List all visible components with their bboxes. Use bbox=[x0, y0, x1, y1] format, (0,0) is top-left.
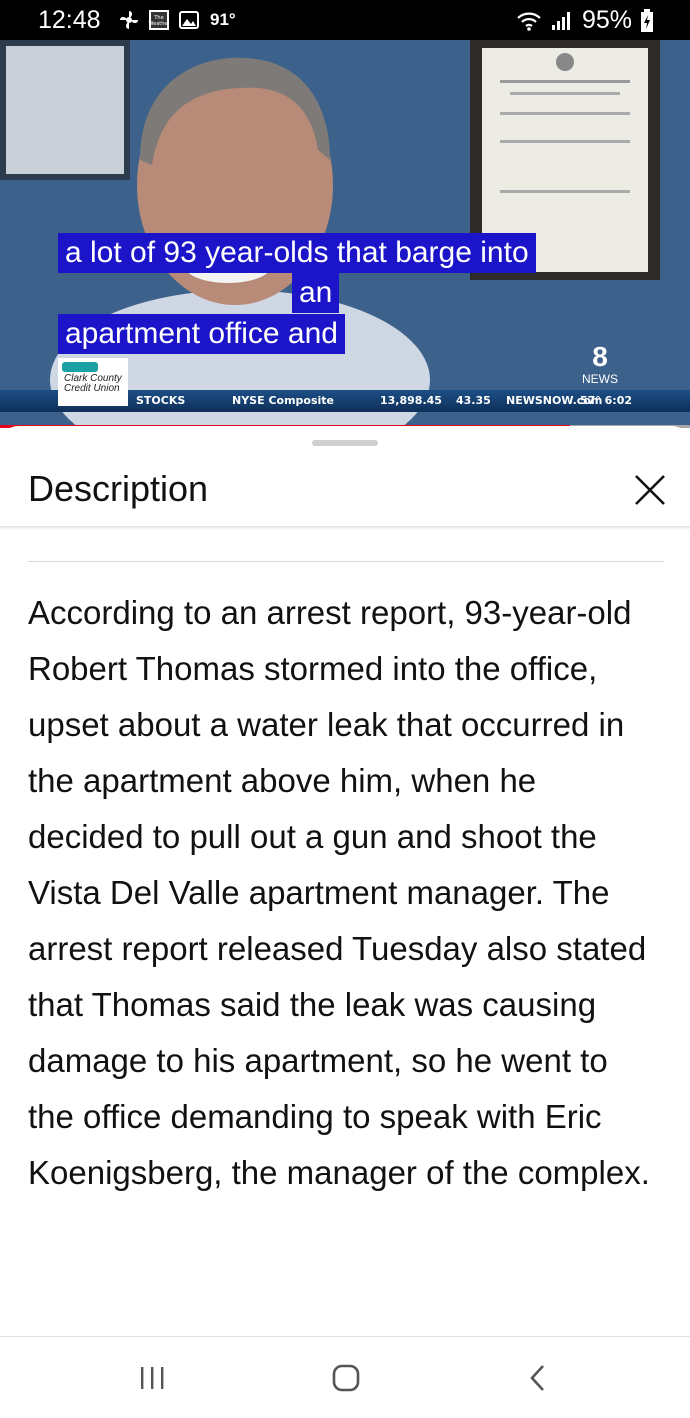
ticker-change: 43.35 bbox=[456, 394, 491, 407]
close-icon[interactable] bbox=[630, 470, 670, 510]
channel-number: 8 bbox=[592, 341, 608, 372]
drag-handle[interactable] bbox=[312, 440, 378, 446]
sponsor-logo: Clark County Credit Union bbox=[58, 358, 128, 406]
battery-charging-icon bbox=[641, 8, 653, 32]
ticker-index-value: 13,898.45 bbox=[380, 394, 442, 407]
channel-badge: 8 NEWS bbox=[578, 342, 622, 392]
description-text: According to an arrest report, 93-year-o… bbox=[28, 594, 650, 1191]
wifi-icon bbox=[517, 12, 541, 31]
recent-apps-button[interactable] bbox=[132, 1358, 172, 1398]
svg-text:Weather: Weather bbox=[148, 21, 170, 27]
weather-channel-icon: The Weather bbox=[148, 10, 170, 30]
sponsor-mark bbox=[62, 362, 98, 372]
status-bar: 12:48 The Weather 91° 95% bbox=[0, 0, 690, 40]
status-left-icons: The Weather 91° bbox=[118, 9, 236, 31]
sheet-bottom-border bbox=[0, 1336, 690, 1337]
sponsor-line: Credit Union bbox=[64, 383, 120, 394]
ticker-label: STOCKS bbox=[136, 394, 186, 407]
signal-icon bbox=[551, 11, 570, 30]
home-icon bbox=[332, 1364, 360, 1392]
caption-line: apartment office and bbox=[58, 314, 345, 354]
back-button[interactable] bbox=[518, 1358, 558, 1398]
fan-icon bbox=[120, 11, 138, 29]
description-sheet: Description According to an arrest repor… bbox=[0, 426, 690, 1356]
battery-percent: 95% bbox=[581, 6, 632, 34]
caption-line: a lot of 93 year-olds that barge into bbox=[58, 233, 536, 273]
ticker-temp-time: 57° 6:02 bbox=[580, 394, 632, 407]
divider bbox=[28, 561, 664, 562]
status-time: 12:48 bbox=[38, 6, 101, 34]
ticker-index-name: NYSE Composite bbox=[232, 394, 334, 407]
back-icon bbox=[530, 1365, 544, 1391]
sheet-title: Description bbox=[28, 468, 209, 509]
gallery-icon bbox=[179, 11, 199, 29]
caption-line: an bbox=[292, 273, 340, 313]
video-player[interactable]: a lot of 93 year-olds that barge into an… bbox=[0, 40, 690, 428]
channel-label: NEWS bbox=[582, 372, 618, 386]
status-right-icons: 95% bbox=[516, 6, 654, 35]
temperature: 91° bbox=[210, 10, 236, 29]
header-shadow bbox=[0, 526, 690, 530]
home-button[interactable] bbox=[326, 1358, 366, 1398]
recent-apps-icon bbox=[141, 1367, 164, 1389]
navigation-bar bbox=[0, 1338, 690, 1418]
